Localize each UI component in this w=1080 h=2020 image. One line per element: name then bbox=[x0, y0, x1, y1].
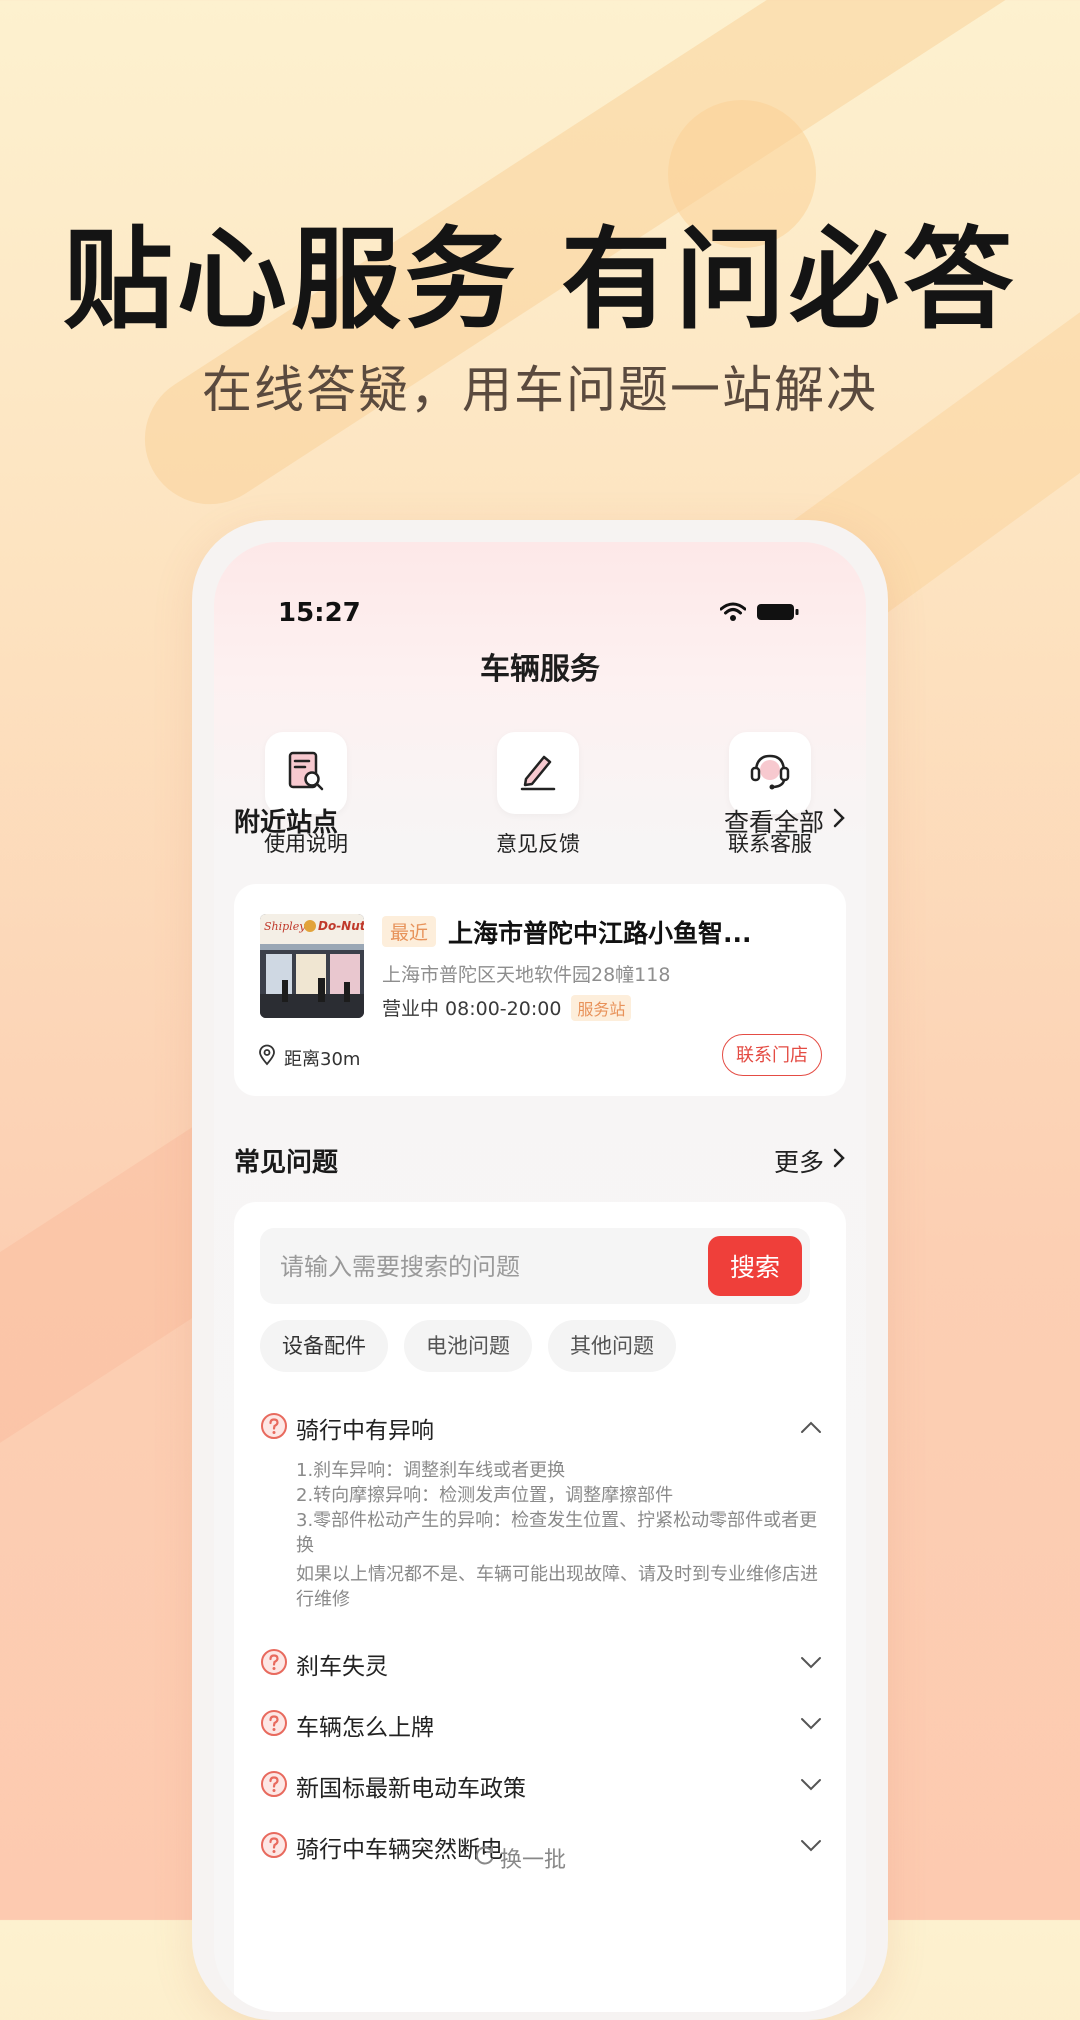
chevron-down-icon[interactable] bbox=[800, 1777, 822, 1796]
promo-headline: 贴心服务 有问必答 bbox=[62, 216, 1018, 344]
faq-question: 刹车失灵 bbox=[296, 1654, 388, 1680]
nearby-section-header: 附近站点 查看全部 bbox=[234, 802, 846, 839]
quick-action-customer-service[interactable]: 联系客服 bbox=[710, 732, 830, 858]
manual-search-icon bbox=[284, 749, 328, 797]
station-hours: 营业中 08:00-20:00 bbox=[382, 998, 562, 1020]
refresh-batch-button[interactable]: 换一批 bbox=[214, 1842, 826, 1874]
faq-card: 搜索 设备配件 电池问题 其他问题 骑行中有异响 bbox=[234, 1202, 846, 2012]
chevron-up-icon[interactable] bbox=[800, 1419, 822, 1438]
faq-item-header[interactable]: 骑行中有异响 bbox=[260, 1408, 822, 1448]
phone-mockup: 15:27 车辆服务 使用说明 意见反馈 联系客服 附近站点 查看全部 Ship… bbox=[192, 520, 888, 2020]
faq-category-chips: 设备配件 电池问题 其他问题 bbox=[260, 1320, 676, 1372]
question-icon bbox=[260, 1412, 288, 1444]
chip-device-accessories[interactable]: 设备配件 bbox=[260, 1320, 388, 1372]
quick-action-manual[interactable]: 使用说明 bbox=[246, 732, 366, 858]
status-bar: 15:27 bbox=[214, 542, 866, 642]
recent-tag: 最近 bbox=[382, 916, 437, 947]
question-icon bbox=[260, 1709, 288, 1741]
faq-search-button[interactable]: 搜索 bbox=[708, 1236, 802, 1296]
status-time: 15:27 bbox=[278, 598, 361, 628]
faq-item[interactable]: 骑行中有异响 1.刹车异响：调整刹车线或者更换 2.转向摩擦异响：检测发声位置，… bbox=[260, 1408, 822, 1612]
chevron-right-icon bbox=[832, 1146, 846, 1175]
chip-battery-issues[interactable]: 电池问题 bbox=[404, 1320, 532, 1372]
faq-item-header[interactable]: 车辆怎么上牌 bbox=[260, 1705, 822, 1745]
chevron-right-icon bbox=[832, 806, 846, 835]
faq-question: 车辆怎么上牌 bbox=[296, 1715, 434, 1741]
faq-more-link[interactable]: 更多 bbox=[774, 1143, 846, 1179]
location-pin-icon bbox=[258, 1044, 276, 1071]
status-icons bbox=[719, 602, 800, 626]
view-all-label: 查看全部 bbox=[723, 807, 824, 837]
faq-search-box: 搜索 bbox=[260, 1228, 810, 1306]
station-hours-row: 营业中 08:00-20:00 服务站 bbox=[382, 994, 632, 1021]
faq-search-input[interactable] bbox=[278, 1228, 702, 1306]
quick-action-feedback[interactable]: 意见反馈 bbox=[478, 732, 598, 858]
faq-item[interactable]: 刹车失灵 bbox=[260, 1644, 822, 1684]
svg-text:Do-Nuts: Do-Nuts bbox=[318, 919, 364, 933]
station-distance: 距离30m bbox=[284, 1048, 361, 1070]
wifi-icon bbox=[719, 602, 747, 626]
chip-other-issues[interactable]: 其他问题 bbox=[548, 1320, 676, 1372]
battery-icon bbox=[756, 602, 800, 626]
faq-item-header[interactable]: 刹车失灵 bbox=[260, 1644, 822, 1684]
faq-question: 骑行中有异响 bbox=[296, 1418, 434, 1444]
faq-item[interactable]: 新国标最新电动车政策 bbox=[260, 1766, 822, 1806]
station-photo-sign: Shipley bbox=[264, 920, 306, 933]
question-icon bbox=[260, 1770, 288, 1802]
headset-icon bbox=[747, 748, 793, 798]
faq-answer-line: 2.转向摩擦异响：检测发声位置，调整摩擦部件 bbox=[296, 1485, 674, 1506]
faq-question: 新国标最新电动车政策 bbox=[296, 1776, 526, 1802]
nearby-section-title: 附近站点 bbox=[234, 808, 339, 838]
faq-answer-line: 如果以上情况都不是、车辆可能出现故障、请及时到专业维修店进行维修 bbox=[296, 1564, 818, 1610]
chevron-down-icon[interactable] bbox=[800, 1716, 822, 1735]
faq-answer-line: 1.刹车异响：调整刹车线或者更换 bbox=[296, 1460, 566, 1481]
refresh-icon bbox=[474, 1844, 496, 1872]
faq-answer: 1.刹车异响：调整刹车线或者更换 2.转向摩擦异响：检测发声位置，调整摩擦部件 … bbox=[296, 1458, 822, 1612]
faq-item-header[interactable]: 新国标最新电动车政策 bbox=[260, 1766, 822, 1806]
service-station-tag: 服务站 bbox=[571, 994, 632, 1021]
edit-feedback-icon bbox=[516, 749, 560, 797]
station-distance-row: 距离30m bbox=[258, 1044, 360, 1071]
view-all-link[interactable]: 查看全部 bbox=[724, 803, 846, 839]
station-photo: Shipley Do-Nuts bbox=[260, 914, 364, 1018]
chevron-down-icon[interactable] bbox=[800, 1655, 822, 1674]
page-title: 车辆服务 bbox=[480, 652, 600, 687]
question-icon bbox=[260, 1648, 288, 1680]
promo-subheadline: 在线答疑，用车问题一站解决 bbox=[202, 361, 878, 419]
faq-section-header: 常见问题 更多 bbox=[234, 1142, 846, 1179]
refresh-label: 换一批 bbox=[499, 1848, 566, 1873]
station-card[interactable]: Shipley Do-Nuts 最近 上海市普陀中江路小鱼智... 上海市普陀区… bbox=[234, 884, 846, 1096]
faq-section-title: 常见问题 bbox=[234, 1148, 339, 1178]
faq-item[interactable]: 车辆怎么上牌 bbox=[260, 1705, 822, 1745]
station-address: 上海市普陀区天地软件园28幢118 bbox=[382, 964, 671, 986]
app-screen: 15:27 车辆服务 使用说明 意见反馈 联系客服 附近站点 查看全部 Ship… bbox=[214, 542, 866, 2012]
faq-answer-line: 3.零部件松动产生的异响：检查发生位置、拧紧松动零部件或者更换 bbox=[296, 1510, 818, 1556]
station-name: 上海市普陀中江路小鱼智... bbox=[448, 919, 752, 948]
faq-more-label: 更多 bbox=[773, 1147, 824, 1177]
contact-store-button[interactable]: 联系门店 bbox=[722, 1034, 822, 1076]
